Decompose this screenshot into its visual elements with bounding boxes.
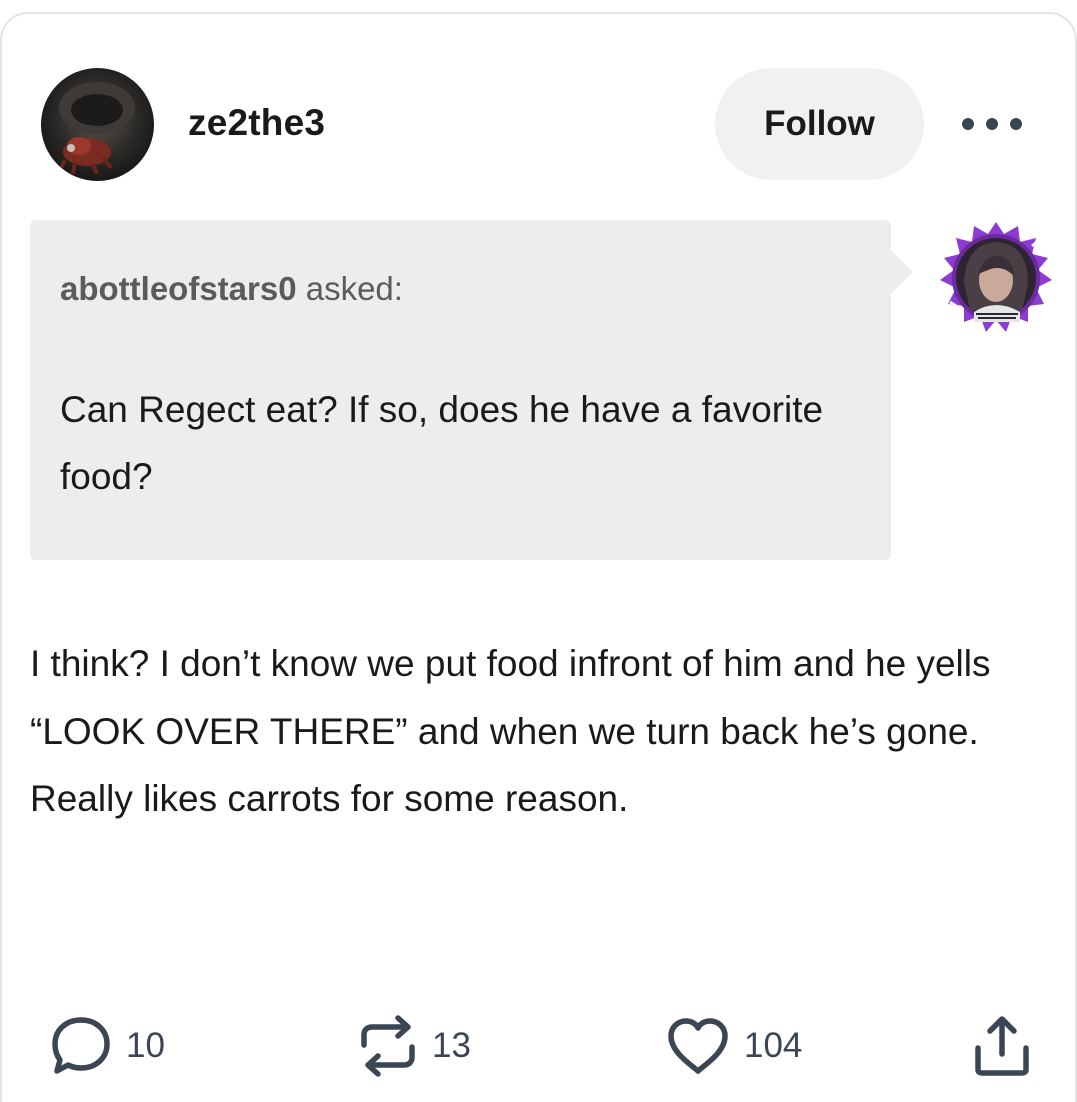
share-button[interactable]	[972, 1010, 1032, 1082]
blog-username[interactable]: ze2the3	[188, 102, 325, 144]
asker-line: abottleofstars0 asked:	[60, 270, 403, 308]
replies-button[interactable]: 10	[50, 1010, 165, 1082]
asker-name[interactable]: abottleofstars0	[60, 270, 297, 307]
reblogs-button[interactable]: 13	[358, 1010, 471, 1082]
post-card: ze2the3 Follow abottleofstars0 asked: Ca…	[0, 12, 1077, 1102]
share-icon	[972, 1014, 1032, 1078]
speech-bubble-icon	[50, 1015, 112, 1077]
answer-text: I think? I don’t know we put food infron…	[30, 643, 991, 819]
likes-count: 104	[744, 1026, 803, 1065]
blog-avatar[interactable]	[41, 68, 154, 181]
asker-avatar[interactable]	[936, 218, 1056, 338]
reblog-icon	[358, 1013, 418, 1079]
ask-question: Can Regect eat? If so, does he have a fa…	[60, 389, 824, 497]
follow-button[interactable]: Follow	[715, 68, 924, 180]
replies-count: 10	[126, 1026, 165, 1065]
reblogs-count: 13	[432, 1026, 471, 1065]
more-options-icon[interactable]	[962, 110, 1022, 138]
more-dot	[962, 118, 974, 130]
more-dot	[986, 118, 998, 130]
asked-label: asked:	[296, 270, 403, 307]
ask-box-tail	[889, 248, 913, 296]
likes-button[interactable]: 104	[666, 1010, 802, 1082]
more-dot	[1010, 118, 1022, 130]
heart-icon	[666, 1017, 730, 1075]
